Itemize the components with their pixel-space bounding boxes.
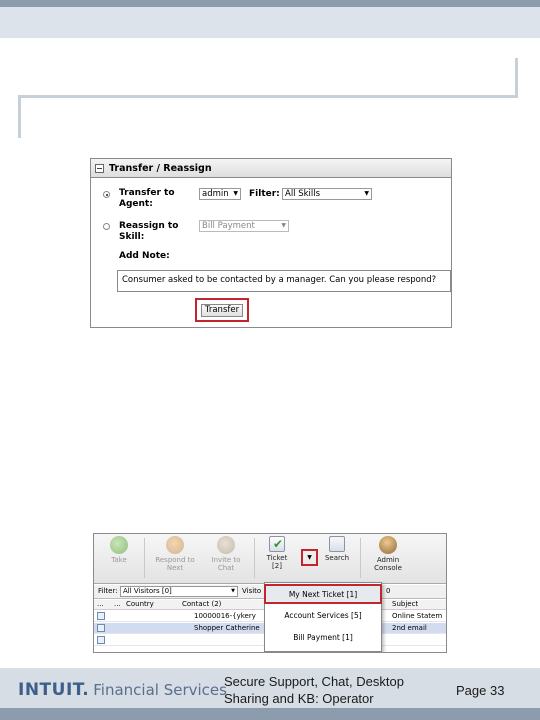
visitor-count: 0 (386, 587, 391, 595)
chevron-down-icon: ▼ (233, 190, 238, 197)
column-header[interactable]: Country (126, 600, 154, 609)
menu-item-account-services[interactable]: Account Services [5] (265, 607, 381, 624)
footer-title: Secure Support, Chat, Desktop Sharing an… (224, 674, 404, 706)
document-icon (97, 624, 105, 632)
document-icon (97, 612, 105, 620)
note-field[interactable]: Consumer asked to be contacted by a mana… (117, 270, 451, 292)
toolbar-separator (254, 538, 255, 578)
collapse-icon[interactable] (95, 163, 104, 173)
filter-select-value: All Skills (285, 189, 321, 199)
frame-line-left (18, 95, 21, 138)
highlight-my-next-ticket (264, 584, 382, 604)
admin-console-button[interactable]: Admin Console (370, 536, 406, 572)
chevron-down-icon: ▼ (231, 588, 235, 594)
person-icon (166, 536, 184, 554)
contact-cell: 10000016-{ykery (194, 612, 256, 620)
footer-accent-bar (0, 708, 540, 720)
skill-select[interactable]: Bill Payment ▼ (199, 220, 289, 232)
ticket-label: Ticket [2] (266, 554, 288, 570)
intuit-logo: INTUIT. Financial Services (18, 680, 227, 700)
ticket-icon: ✔ (269, 536, 285, 552)
panel-title: Transfer / Reassign (109, 162, 212, 174)
top-accent-bar (0, 0, 540, 7)
ticket-dropdown-arrow-icon[interactable]: ▼ (305, 553, 314, 562)
search-icon (329, 536, 345, 552)
filter-select[interactable]: All Skills ▼ (282, 188, 372, 200)
ticket-dropdown-menu: My Next Ticket [1] Account Services [5] … (264, 582, 382, 652)
take-label: Take (111, 556, 127, 564)
admin-console-label: Admin Console (374, 556, 402, 572)
panel-header: Transfer / Reassign (91, 159, 451, 178)
invite-to-chat-button[interactable]: Invite to Chat (206, 536, 246, 572)
logo-subtitle: Financial Services (93, 681, 227, 699)
column-header[interactable]: ... (97, 600, 104, 609)
respond-to-next-button[interactable]: Respond to Next (154, 536, 196, 572)
check-icon (110, 536, 128, 554)
transfer-reassign-panel: Transfer / Reassign Transfer to Agent: a… (90, 158, 452, 328)
invite-icon (217, 536, 235, 554)
invite-to-chat-label: Invite to Chat (211, 556, 241, 572)
top-band (0, 7, 540, 38)
console-toolbar: Take Respond to Next Invite to Chat ✔ Ti… (94, 534, 446, 584)
column-header[interactable]: Contact (2) (182, 600, 221, 609)
chevron-down-icon: ▼ (281, 222, 286, 229)
transfer-to-agent-label: Transfer to Agent: (119, 188, 175, 209)
ticket-button[interactable]: ✔ Ticket [2] (262, 536, 292, 570)
toolbar-separator (144, 538, 145, 578)
page-number: Page 33 (456, 683, 505, 698)
column-header[interactable]: ... (114, 600, 121, 609)
menu-item-bill-payment[interactable]: Bill Payment [1] (265, 629, 381, 646)
subject-cell: Online Statem (392, 612, 443, 620)
visitor-filter-select[interactable]: All Visitors [0] ▼ (120, 586, 238, 597)
operator-console: Take Respond to Next Invite to Chat ✔ Ti… (93, 533, 447, 653)
logo-brand: INTUIT. (18, 680, 90, 700)
subject-cell: 2nd email (392, 624, 427, 632)
add-note-label: Add Note: (119, 251, 170, 261)
visitors-label: Visito (242, 587, 262, 595)
skill-select-value: Bill Payment (202, 221, 255, 231)
green-check-icon: ✔ (273, 537, 284, 551)
search-label: Search (324, 554, 350, 562)
reassign-to-skill-radio[interactable] (103, 223, 110, 230)
reassign-to-skill-label: Reassign to Skill: (119, 221, 179, 242)
filter-label: Filter: (249, 189, 280, 199)
chevron-down-icon: ▼ (364, 190, 369, 197)
frame-line-top (18, 95, 518, 98)
column-header[interactable]: Subject (392, 600, 418, 609)
contact-cell: Shopper Catherine (194, 624, 260, 632)
filter-label: Filter: (98, 587, 118, 595)
transfer-button[interactable]: Transfer (201, 304, 243, 317)
agent-select[interactable]: admin ▼ (199, 188, 241, 200)
toolbar-separator (360, 538, 361, 578)
agent-select-value: admin (202, 189, 229, 199)
document-icon (97, 636, 105, 644)
admin-icon (379, 536, 397, 554)
visitor-filter-value: All Visitors [0] (123, 587, 172, 595)
take-button[interactable]: Take (104, 536, 134, 564)
transfer-to-agent-radio[interactable] (103, 191, 110, 198)
frame-line-right (515, 58, 518, 98)
search-button[interactable]: Search (322, 536, 352, 562)
respond-to-next-label: Respond to Next (155, 556, 195, 572)
